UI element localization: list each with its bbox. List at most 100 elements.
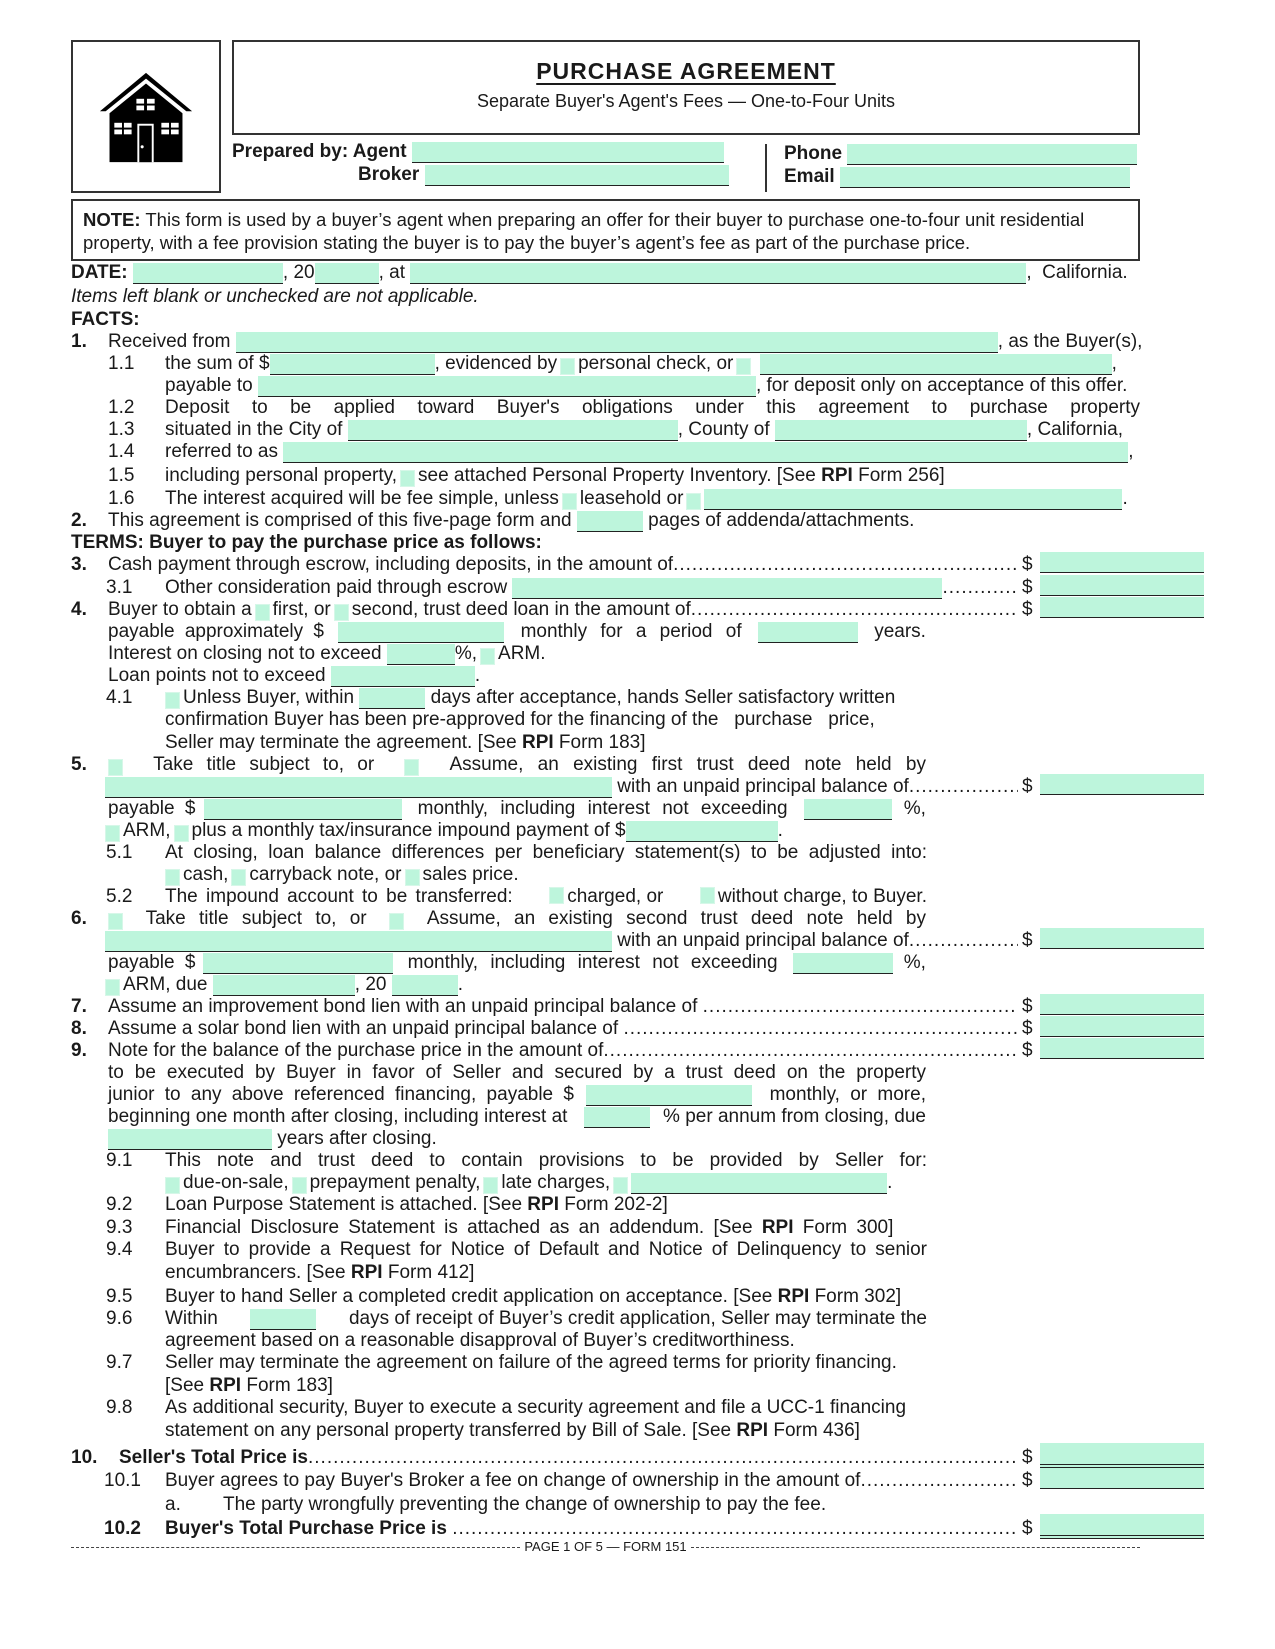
take-title-checkbox[interactable] [108, 759, 123, 776]
carryback-checkbox[interactable] [231, 869, 247, 886]
county-field[interactable] [774, 420, 1027, 441]
new-loan-amount[interactable] [1040, 597, 1204, 618]
other-provision-checkbox[interactable] [613, 1177, 629, 1194]
assume-checkbox[interactable] [404, 759, 420, 776]
section-4-payment: payable approximately $ monthly for a pe… [108, 621, 926, 643]
points-label: Loan points not to exceed [108, 665, 326, 686]
leader-dots [308, 1447, 1018, 1469]
solar-bond-label: Assume a solar bond lien with an unpaid … [108, 1018, 619, 1039]
section-9-8-text: As additional security, Buyer to execute… [165, 1397, 907, 1418]
first-label: first, or [272, 599, 331, 620]
cash-checkbox[interactable] [165, 869, 180, 886]
credit-days-field[interactable] [250, 1309, 317, 1330]
loan-points-field[interactable] [330, 666, 475, 687]
section-9-payment: junior to any above referenced financing… [108, 1084, 926, 1106]
per-annum-label: % per annum from closing, due [663, 1106, 926, 1127]
phone-label: Phone [784, 143, 843, 164]
buyer-total-label: Buyer's Total Purchase Price is [165, 1518, 447, 1539]
first-interest-field[interactable] [803, 799, 892, 820]
due-date-field[interactable] [212, 975, 355, 996]
first-loan-balance[interactable] [1040, 774, 1204, 795]
note-balance-amount[interactable] [1040, 1038, 1204, 1059]
other-deposit-field[interactable] [759, 354, 1112, 375]
impound-checkbox[interactable] [173, 825, 189, 842]
second-loan-balance[interactable] [1040, 928, 1204, 949]
first-payment-field[interactable] [203, 799, 402, 820]
california-label: , California, [1026, 419, 1123, 440]
assume-2-checkbox[interactable] [389, 913, 405, 930]
arm-label: ARM, [123, 820, 171, 841]
location-field[interactable] [410, 263, 1027, 284]
personal-property-checkbox[interactable] [400, 470, 416, 487]
year-field[interactable] [314, 263, 379, 284]
agent-field[interactable] [411, 142, 724, 163]
late-charges-checkbox[interactable] [483, 1177, 499, 1194]
property-description-field[interactable] [283, 442, 1129, 463]
preapproval-days-field[interactable] [359, 688, 426, 709]
second-loan-checkbox[interactable] [333, 604, 349, 621]
sales-price-checkbox[interactable] [404, 869, 420, 886]
section-5-1-num: 5.1 [106, 842, 133, 863]
other-interest-field[interactable] [704, 489, 1123, 510]
cash-payment-amount[interactable] [1040, 552, 1204, 573]
first-loan-checkbox[interactable] [254, 604, 270, 621]
charged-checkbox[interactable] [549, 887, 565, 904]
arm-checkbox[interactable] [480, 648, 496, 665]
addenda-pages-field[interactable] [576, 511, 643, 532]
other-deposit-checkbox[interactable] [736, 358, 752, 375]
deposit-amount-field[interactable] [269, 354, 435, 375]
monthly-payment-field[interactable] [338, 622, 505, 643]
personal-check-checkbox[interactable] [560, 358, 576, 375]
leader-dots [909, 930, 1018, 952]
prepayment-checkbox[interactable] [291, 1177, 307, 1194]
note-payment-field[interactable] [585, 1085, 752, 1106]
second-label: second, trust deed loan in the amount of [351, 599, 691, 620]
buyer-name-field[interactable] [235, 332, 998, 353]
leasehold-checkbox[interactable] [561, 493, 577, 510]
within-label: Within [165, 1308, 218, 1329]
city-field[interactable] [347, 420, 678, 441]
due-year-field[interactable] [391, 975, 458, 996]
note-interest-field[interactable] [584, 1107, 651, 1128]
without-charge-checkbox[interactable] [699, 887, 715, 904]
buyer-total-amount[interactable] [1040, 1514, 1204, 1539]
second-payment-field[interactable] [202, 953, 393, 974]
first-lender-field[interactable] [105, 777, 612, 798]
solar-bond-amount[interactable] [1040, 1016, 1204, 1037]
date-field[interactable] [132, 263, 283, 284]
loan-years-field[interactable] [757, 622, 858, 643]
preapproval-text: days after acceptance, hands Seller sati… [430, 687, 896, 708]
other-provision-field[interactable] [631, 1173, 888, 1194]
impound-label: plus a monthly tax/insurance impound pay… [191, 820, 626, 841]
interest-cap-field[interactable] [386, 644, 455, 665]
section-4-interest: Interest on closing not to exceed %, ARM… [108, 643, 546, 665]
section-9-term: years after closing. [108, 1128, 437, 1150]
first-arm-checkbox[interactable] [105, 825, 120, 842]
logo-box [71, 40, 221, 193]
section-10-1a-num: a. [165, 1494, 181, 1515]
rpi-label: RPI [209, 1375, 242, 1396]
take-title-2-checkbox[interactable] [108, 913, 123, 930]
second-interest-field[interactable] [792, 953, 893, 974]
improvement-bond-amount[interactable] [1040, 994, 1204, 1015]
impound-payment-field[interactable] [625, 821, 778, 842]
broker-fee-amount[interactable] [1040, 1468, 1204, 1489]
other-interest-checkbox[interactable] [686, 493, 702, 510]
broker-field[interactable] [424, 165, 729, 186]
other-consideration-field[interactable] [512, 578, 943, 599]
unless-label: Unless Buyer, within [183, 687, 355, 708]
other-consideration-amount[interactable] [1040, 575, 1204, 596]
second-arm-checkbox[interactable] [105, 979, 120, 996]
payable-to-field[interactable] [257, 376, 756, 397]
form-ref: Form 183] [241, 1375, 333, 1396]
due-on-sale-checkbox[interactable] [165, 1177, 180, 1194]
email-field[interactable] [839, 167, 1130, 188]
dollar-sign: $ [1022, 996, 1033, 1017]
preapproval-checkbox[interactable] [165, 692, 180, 709]
seller-total-amount[interactable] [1040, 1443, 1204, 1468]
second-lender-field[interactable] [105, 931, 612, 952]
dollar-sign: $ [1022, 599, 1033, 620]
percent-label: %, [903, 952, 926, 973]
phone-field[interactable] [847, 144, 1138, 165]
note-term-field[interactable] [108, 1129, 272, 1150]
